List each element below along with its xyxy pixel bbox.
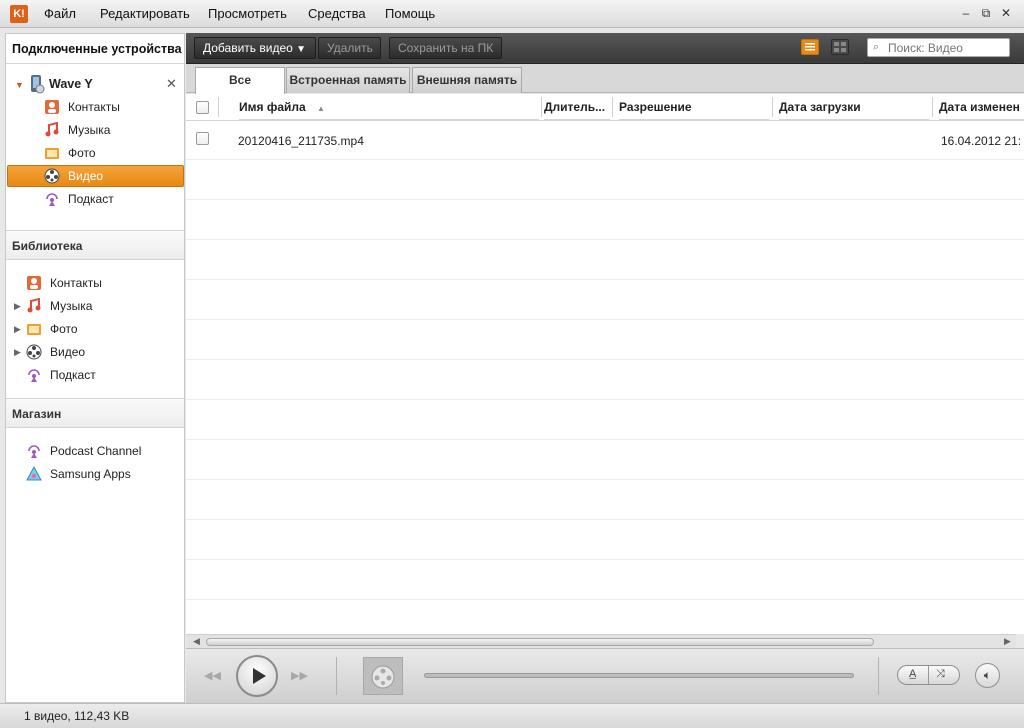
scroll-right-icon[interactable]: ▶ xyxy=(1004,636,1011,647)
table-row[interactable]: 20120416_211735.mp4 16.04.2012 21: xyxy=(186,121,1024,160)
select-all-checkbox[interactable] xyxy=(196,101,209,114)
close-button[interactable]: ✕ xyxy=(998,6,1014,20)
menu-tools[interactable]: Средства xyxy=(308,6,366,21)
podcast-icon xyxy=(28,369,40,382)
scrollbar-thumb[interactable] xyxy=(206,638,874,646)
menu-bar: K! Файл Редактировать Просмотреть Средст… xyxy=(0,0,1024,28)
contacts-icon xyxy=(45,100,59,114)
tab-internal-memory[interactable]: Встроенная память xyxy=(286,67,410,93)
file-table: Имя файла ▲ Длитель... Разрешение Дата з… xyxy=(186,94,1024,634)
device-item-video[interactable]: Видео xyxy=(7,165,184,187)
horizontal-scrollbar[interactable]: ◀ ▶ xyxy=(186,634,1016,648)
sidebar: Подключенные устройства ▼ Wave Y ✕ Конта… xyxy=(5,33,185,703)
grid-view-icon[interactable] xyxy=(831,39,849,55)
scroll-left-icon[interactable]: ◀ xyxy=(193,636,200,647)
store-header: Магазин xyxy=(6,398,184,428)
device-close-icon[interactable]: ✕ xyxy=(166,76,177,92)
chevron-right-icon[interactable]: ▶ xyxy=(14,325,22,334)
status-text: 1 видео, 112,43 KB xyxy=(24,709,130,723)
tabs-bar: Все Встроенная память Внешняя память xyxy=(186,64,1024,94)
next-icon[interactable]: ▶▶ xyxy=(291,669,308,682)
video-icon xyxy=(26,344,42,360)
store-item-samsung-apps[interactable]: Samsung Apps xyxy=(26,464,181,484)
row-checkbox[interactable] xyxy=(196,132,209,145)
search-box[interactable]: ⌕ xyxy=(867,38,1010,57)
chevron-right-icon[interactable]: ▶ xyxy=(14,302,22,311)
search-icon: ⌕ xyxy=(873,41,880,53)
library-item-music[interactable]: Музыка xyxy=(26,296,176,316)
play-button[interactable] xyxy=(236,655,278,697)
play-icon xyxy=(253,668,266,684)
minimize-button[interactable]: – xyxy=(958,6,974,20)
device-item-photo[interactable]: Фото xyxy=(44,143,184,163)
status-bar: 1 видео, 112,43 KB xyxy=(0,703,1024,728)
device-name[interactable]: Wave Y xyxy=(49,77,93,91)
video-icon xyxy=(44,168,60,184)
menu-view[interactable]: Просмотреть xyxy=(208,6,287,21)
subtitle-icon[interactable]: A̲ xyxy=(909,668,916,680)
library-header: Библиотека xyxy=(6,230,184,260)
photo-icon xyxy=(45,148,59,159)
column-header-duration[interactable]: Длитель... xyxy=(544,94,610,120)
phone-icon xyxy=(31,75,45,94)
podcast-icon xyxy=(28,445,40,458)
shuffle-icon[interactable]: ⤨ xyxy=(936,668,945,681)
restore-button[interactable]: ⧉ xyxy=(978,6,994,20)
media-player: ◀◀ ▶▶ A̲ ⤨ 🔈︎ xyxy=(186,648,1024,703)
column-header-resolution[interactable]: Разрешение xyxy=(619,94,769,120)
dropdown-arrow-icon: ▼ xyxy=(296,44,307,55)
video-thumbnail xyxy=(363,657,403,695)
column-header-upload-date[interactable]: Дата загрузки xyxy=(779,94,929,120)
chevron-right-icon[interactable]: ▶ xyxy=(14,348,22,357)
playback-mode-group: A̲ ⤨ xyxy=(897,665,960,685)
add-video-button[interactable]: Добавить видео ▼ xyxy=(194,37,316,59)
tab-external-memory[interactable]: Внешняя память xyxy=(412,67,522,93)
library-item-photo[interactable]: Фото xyxy=(26,319,176,339)
music-icon xyxy=(27,298,41,313)
app-logo-icon: K! xyxy=(10,5,28,23)
devices-header: Подключенные устройства xyxy=(6,34,184,64)
cell-modified-date: 16.04.2012 21: xyxy=(941,134,1022,148)
device-item-contacts[interactable]: Контакты xyxy=(44,97,184,117)
podcast-icon xyxy=(46,193,58,206)
library-item-contacts[interactable]: Контакты xyxy=(26,273,176,293)
tab-all[interactable]: Все xyxy=(195,67,285,94)
chevron-down-icon[interactable]: ▼ xyxy=(15,81,24,90)
device-item-music[interactable]: Музыка xyxy=(44,120,184,140)
list-view-icon[interactable] xyxy=(801,39,819,55)
contacts-icon xyxy=(27,276,41,290)
menu-help[interactable]: Помощь xyxy=(385,6,435,21)
library-item-video[interactable]: Видео xyxy=(26,342,176,362)
volume-icon[interactable]: 🔈︎ xyxy=(975,663,1000,688)
menu-edit[interactable]: Редактировать xyxy=(100,6,190,21)
store-item-podcast-channel[interactable]: Podcast Channel xyxy=(26,441,181,461)
column-header-modified-date[interactable]: Дата изменен xyxy=(939,94,1024,120)
delete-button[interactable]: Удалить xyxy=(318,37,381,59)
music-icon xyxy=(45,122,59,137)
samsung-apps-icon xyxy=(26,466,42,481)
library-item-podcast[interactable]: Подкаст xyxy=(26,365,176,385)
device-item-podcast[interactable]: Подкаст xyxy=(44,189,184,209)
previous-icon[interactable]: ◀◀ xyxy=(204,669,221,682)
search-input[interactable] xyxy=(888,40,1006,55)
sort-ascending-icon: ▲ xyxy=(317,104,325,113)
video-reel-icon xyxy=(371,665,395,689)
column-header-filename[interactable]: Имя файла ▲ xyxy=(239,94,539,120)
photo-icon xyxy=(27,324,41,335)
menu-file[interactable]: Файл xyxy=(44,6,76,21)
playback-progress-bar[interactable] xyxy=(424,673,854,678)
cell-filename: 20120416_211735.mp4 xyxy=(238,134,364,148)
toolbar: Добавить видео ▼ Удалить Сохранить на ПК… xyxy=(186,33,1024,64)
save-to-pc-button[interactable]: Сохранить на ПК xyxy=(389,37,502,59)
